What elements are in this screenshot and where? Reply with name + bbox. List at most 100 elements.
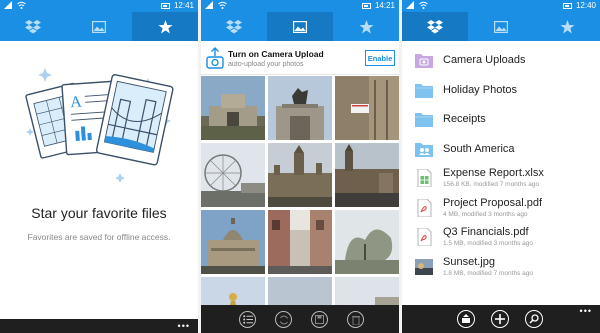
file-row-receipts[interactable]: Receipts: [402, 107, 600, 137]
photo-dome-building[interactable]: [201, 210, 265, 274]
camera-upload-subtitle: auto-upload your photos: [228, 61, 304, 68]
star-icon: [358, 19, 374, 33]
photos-screen: 14:21 Turn on Camera Upload auto-upload …: [201, 0, 399, 333]
tab-photos[interactable]: [267, 12, 333, 41]
folder-icon: [415, 83, 433, 98]
tab-files[interactable]: [201, 12, 267, 41]
search-icon: [529, 314, 539, 324]
file-meta: 1.8 MB, modified 7 months ago: [443, 269, 533, 277]
tab-favorites[interactable]: [534, 12, 600, 41]
photos-icon: [293, 20, 307, 33]
photo-street-view[interactable]: [268, 210, 332, 274]
favorites-screen: 12:41 A Star your favorite files Favorit…: [0, 0, 198, 333]
app-bar: •••: [0, 319, 198, 333]
status-bar: 14:21: [201, 0, 399, 12]
save-button[interactable]: [311, 311, 328, 328]
tab-bar: [201, 12, 399, 41]
file-meta: 1.5 MB, modified 3 months ago: [443, 240, 533, 247]
file-name: Expense Report.xlsx: [443, 167, 544, 179]
photo-parliament[interactable]: [268, 143, 332, 207]
signal-icon: [4, 1, 12, 9]
battery-icon: [160, 2, 170, 9]
photos-app-bar: [201, 305, 399, 333]
file-row-expense-report[interactable]: Expense Report.xlsx 156.8 KB, modified 7…: [402, 166, 600, 196]
file-meta: 4 MB, modified 3 months ago: [443, 210, 528, 218]
dropbox-icon: [25, 19, 41, 33]
file-name: Q3 Financials.pdf: [443, 226, 529, 238]
clock: 12:40: [575, 1, 596, 10]
wifi-icon: [17, 1, 26, 9]
file-row-south-america[interactable]: South America: [402, 137, 600, 167]
delete-icon: [351, 315, 360, 325]
clock: 12:41: [173, 1, 194, 10]
enable-button[interactable]: Enable: [365, 50, 395, 66]
add-icon: [495, 314, 505, 324]
pdf-icon: [417, 228, 432, 246]
camera-upload-title: Turn on Camera Upload: [228, 49, 324, 59]
wifi-icon: [218, 1, 227, 9]
battery-icon: [361, 2, 371, 9]
file-name: South America: [443, 142, 515, 155]
more-button[interactable]: •••: [580, 306, 592, 316]
file-row-q3-financials[interactable]: Q3 Financials.pdf 1.5 MB, modified 3 mon…: [402, 225, 600, 255]
upload-button[interactable]: [457, 310, 475, 328]
clock: 14:21: [374, 1, 395, 10]
photo-westminster-sign[interactable]: [335, 76, 399, 140]
tab-favorites[interactable]: [333, 12, 399, 41]
photo-wellington-arch[interactable]: [201, 76, 265, 140]
upload-icon: [462, 314, 470, 323]
battery-icon: [562, 2, 572, 9]
photo-london-eye[interactable]: [201, 143, 265, 207]
camera-folder-icon: [415, 54, 433, 68]
file-name: Receipts: [443, 113, 486, 125]
photos-icon: [494, 20, 508, 33]
more-button[interactable]: •••: [178, 321, 190, 331]
status-bar: 12:40: [402, 0, 600, 12]
image-thumb-icon: [415, 258, 433, 275]
camera-upload-icon: [206, 47, 224, 69]
file-row-holiday-photos[interactable]: Holiday Photos: [402, 78, 600, 108]
favorites-subtitle: Favorites are saved for offline access.: [27, 232, 171, 242]
file-name: Sunset.jpg: [443, 255, 495, 268]
tab-photos[interactable]: [468, 12, 534, 41]
file-name: Holiday Photos: [443, 83, 517, 96]
photo-grid: [201, 76, 399, 333]
dropbox-icon: [226, 19, 242, 33]
file-row-project-proposal[interactable]: Project Proposal.pdf 4 MB, modified 3 mo…: [402, 196, 600, 226]
favorite-files-illustration: A: [25, 68, 174, 183]
camera-upload-banner: Turn on Camera Upload auto-upload your p…: [201, 41, 399, 75]
photo-quadriga-arch[interactable]: [268, 76, 332, 140]
delete-button[interactable]: [347, 311, 364, 328]
select-icon: [242, 315, 253, 324]
file-row-camera-uploads[interactable]: Camera Uploads: [402, 48, 600, 78]
status-bar: 12:41: [0, 0, 198, 12]
add-button[interactable]: [491, 310, 509, 328]
tab-favorites[interactable]: [132, 12, 198, 41]
file-row-sunset[interactable]: Sunset.jpg 1.8 MB, modified 7 months ago: [402, 255, 600, 285]
wifi-icon: [419, 1, 428, 9]
file-list: Camera Uploads Holiday Photos Receipts S…: [402, 48, 600, 284]
file-name: Camera Uploads: [443, 54, 526, 66]
file-name: Project Proposal.pdf: [443, 196, 543, 209]
search-button[interactable]: [525, 310, 543, 328]
svg-text:A: A: [70, 94, 83, 112]
tab-files[interactable]: [0, 12, 66, 41]
tab-bar: [0, 12, 198, 41]
pdf-icon: [417, 198, 432, 217]
sync-button[interactable]: [275, 311, 292, 328]
photo-park-tree[interactable]: [335, 210, 399, 274]
folder-icon: [415, 113, 433, 127]
tab-bar: [402, 12, 600, 41]
tab-files[interactable]: [402, 12, 468, 41]
dropbox-icon: [427, 19, 443, 33]
favorites-title: Star your favorite files: [31, 205, 167, 221]
photo-parliament-street[interactable]: [335, 143, 399, 207]
files-app-bar: •••: [402, 305, 600, 333]
photos-icon: [92, 20, 106, 33]
signal-icon: [406, 1, 414, 9]
file-meta: 156.8 KB, modified 7 months ago: [443, 181, 540, 188]
tab-photos[interactable]: [66, 12, 132, 41]
spreadsheet-icon: [417, 169, 432, 187]
shared-folder-icon: [415, 142, 433, 157]
select-button[interactable]: [239, 311, 256, 328]
